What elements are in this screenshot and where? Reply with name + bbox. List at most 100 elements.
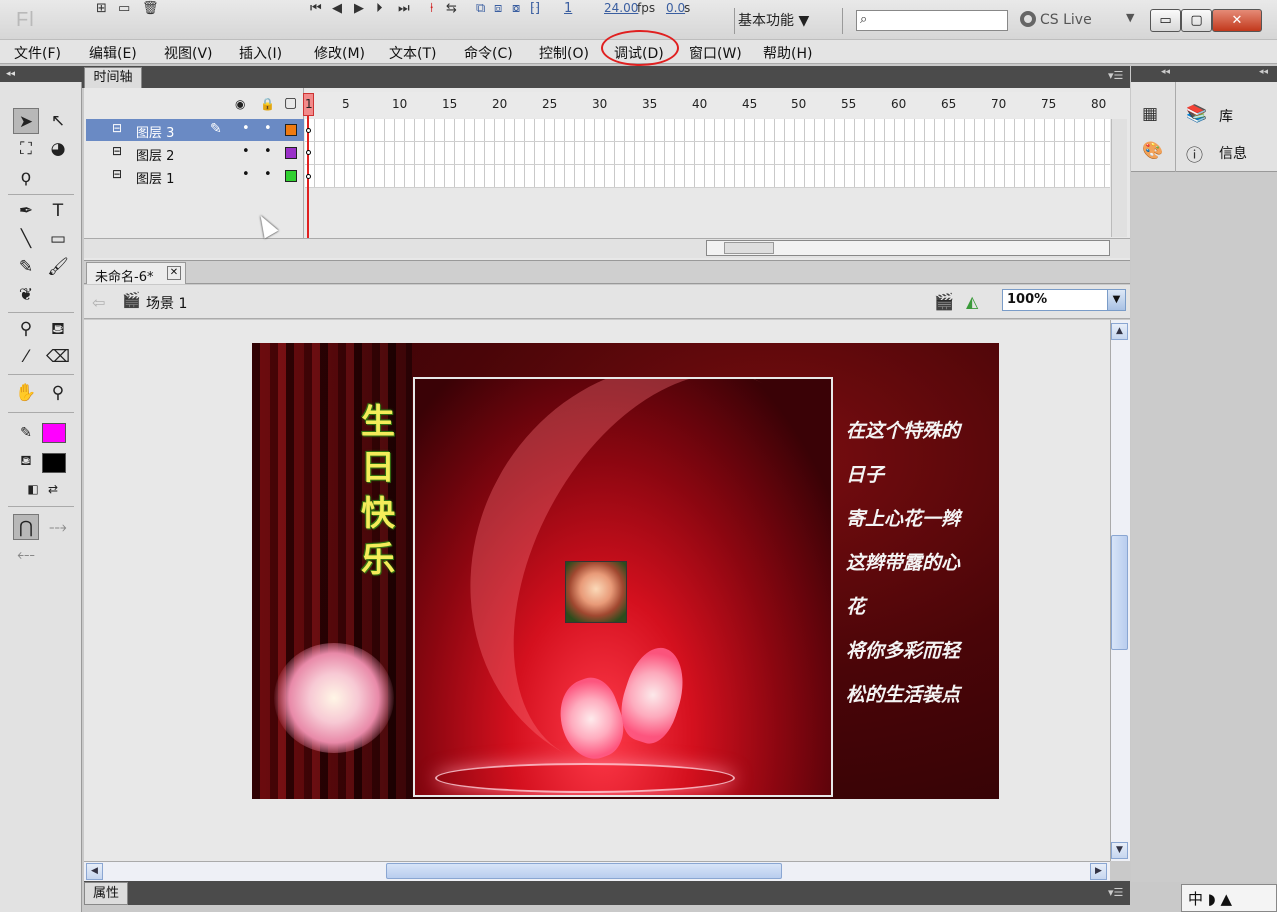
- menu-view[interactable]: 视图(V): [164, 43, 213, 63]
- scroll-right-icon[interactable]: ▶: [1090, 863, 1107, 880]
- brush-tool-icon[interactable]: 🖌: [45, 254, 71, 280]
- properties-panel-menu-icon[interactable]: ▾☰: [1108, 886, 1123, 899]
- stroke-color-swatch[interactable]: [42, 423, 66, 443]
- help-search-input[interactable]: ⌕: [856, 10, 1008, 31]
- keyframe-dot[interactable]: [306, 150, 311, 155]
- lasso-tool-icon[interactable]: ϙ: [13, 164, 39, 190]
- onion-skin-icon[interactable]: ⧉: [476, 1, 485, 16]
- tab-properties[interactable]: 属性: [84, 882, 128, 905]
- tab-document[interactable]: 未命名-6* ✕: [86, 262, 186, 285]
- menu-control[interactable]: 控制(O): [539, 43, 589, 63]
- scene-name[interactable]: 场景 1: [146, 293, 187, 313]
- lock-dot[interactable]: •: [264, 144, 272, 159]
- pencil-tool-icon[interactable]: ✎: [13, 254, 39, 280]
- color-panel-icon[interactable]: 🎨: [1142, 141, 1163, 161]
- back-arrow-icon[interactable]: ⇦: [92, 293, 105, 312]
- layer-outline-color[interactable]: [285, 170, 297, 182]
- info-icon[interactable]: ⓘ: [1186, 141, 1203, 166]
- lock-dot[interactable]: •: [264, 121, 272, 136]
- stage-vertical-thumb[interactable]: [1111, 535, 1128, 650]
- layer-outline-color[interactable]: [285, 124, 297, 136]
- delete-layer-icon[interactable]: 🗑: [142, 1, 159, 16]
- visible-dot[interactable]: •: [242, 121, 250, 136]
- layer-row-2[interactable]: ⊟ 图层 2 • •: [86, 142, 304, 164]
- scroll-left-icon[interactable]: ◀: [86, 863, 103, 880]
- menu-file[interactable]: 文件(F): [14, 43, 61, 63]
- menu-edit[interactable]: 编辑(E): [89, 43, 137, 63]
- paint-bucket-tool-icon[interactable]: ⛾: [45, 316, 71, 342]
- close-button[interactable]: ✕: [1212, 9, 1262, 32]
- cs-live-button[interactable]: CS Live: [1020, 11, 1092, 28]
- snap-magnet-icon[interactable]: ⋂: [13, 514, 39, 540]
- eraser-tool-icon[interactable]: ⌫: [45, 344, 71, 370]
- maximize-button[interactable]: ▢: [1181, 9, 1212, 32]
- keyframe-dot[interactable]: [306, 128, 311, 133]
- edit-symbols-icon[interactable]: ◭: [966, 292, 978, 311]
- prev-frame-icon[interactable]: ◀: [332, 1, 342, 16]
- free-transform-tool-icon[interactable]: ⛶: [13, 136, 39, 162]
- new-folder-icon[interactable]: ▭: [118, 1, 130, 16]
- straighten-icon[interactable]: ⤎: [13, 542, 39, 568]
- fill-color-swatch[interactable]: [42, 453, 66, 473]
- scroll-down-icon[interactable]: ▼: [1111, 842, 1128, 859]
- modify-onion-markers-icon[interactable]: ⁅⁆: [530, 1, 540, 16]
- timeline-vertical-scrollbar[interactable]: [1111, 119, 1127, 237]
- cs-live-dropdown-icon[interactable]: ▼: [1126, 11, 1134, 24]
- layer-row-1[interactable]: ⊟ 图层 1 • •: [86, 165, 304, 187]
- menu-modify[interactable]: 修改(M): [314, 43, 365, 63]
- hand-tool-icon[interactable]: ✋: [13, 380, 39, 406]
- ime-toolbar[interactable]: 中 ◗ ▲: [1181, 884, 1277, 912]
- center-frame-icon[interactable]: ⍿: [430, 1, 433, 16]
- 3d-rotation-tool-icon[interactable]: ◕: [45, 136, 71, 162]
- stage-horizontal-thumb[interactable]: [386, 863, 782, 879]
- info-label[interactable]: 信息: [1219, 143, 1247, 163]
- minimize-button[interactable]: ▭: [1150, 9, 1181, 32]
- text-tool-icon[interactable]: T: [45, 198, 71, 224]
- scroll-up-icon[interactable]: ▲: [1111, 323, 1128, 340]
- frame-grid[interactable]: [305, 119, 1110, 187]
- workspace-switcher[interactable]: 基本功能 ▼: [738, 10, 809, 30]
- tab-timeline[interactable]: 时间轴: [84, 67, 142, 88]
- library-icon[interactable]: 📚: [1186, 104, 1207, 124]
- chevron-down-icon[interactable]: ▼: [1107, 290, 1125, 310]
- selection-tool-icon[interactable]: ➤: [13, 108, 39, 134]
- layer-outline-color[interactable]: [285, 147, 297, 159]
- layer-row-3[interactable]: ⊟ 图层 3 ✎ • •: [86, 119, 304, 141]
- swap-colors-icon[interactable]: ⇄: [40, 476, 66, 502]
- menu-text[interactable]: 文本(T): [389, 43, 436, 63]
- lock-dot[interactable]: •: [264, 167, 272, 182]
- deco-tool-icon[interactable]: ❦: [13, 282, 39, 308]
- frame-ruler[interactable]: [305, 92, 1110, 118]
- toolbar-collapse-handle[interactable]: ◂◂: [0, 66, 82, 82]
- menu-window[interactable]: 窗口(W): [689, 43, 742, 63]
- timeline-panel-menu-icon[interactable]: ▾☰: [1108, 69, 1123, 82]
- timeline-scroll-thumb[interactable]: [724, 242, 774, 254]
- line-tool-icon[interactable]: ╲: [13, 226, 39, 252]
- library-label[interactable]: 库: [1219, 106, 1233, 126]
- menu-debug[interactable]: 调试(D): [614, 43, 664, 63]
- onion-skin-outlines-icon[interactable]: ⧈: [494, 1, 502, 16]
- loop-icon[interactable]: ⇆: [446, 1, 457, 16]
- smooth-icon[interactable]: ⤏: [45, 514, 71, 540]
- menu-commands[interactable]: 命令(C): [464, 43, 513, 63]
- zoom-tool-icon[interactable]: ⚲: [45, 380, 71, 406]
- last-frame-icon[interactable]: ⏭: [398, 1, 410, 16]
- edit-multiple-frames-icon[interactable]: ⧇: [512, 1, 520, 16]
- next-frame-icon[interactable]: ⏵: [376, 1, 383, 16]
- current-frame[interactable]: 1: [564, 1, 572, 16]
- first-frame-icon[interactable]: ⏮: [310, 1, 322, 16]
- frame-rate[interactable]: 24.00: [604, 1, 638, 15]
- visible-dot[interactable]: •: [242, 144, 250, 159]
- stage-canvas[interactable]: 生 日 快 乐 在这个特殊的 日子 寄上心花一辫 这辫带露的心 花 将你多彩而轻…: [252, 343, 999, 799]
- play-icon[interactable]: ▶: [354, 1, 364, 16]
- bone-tool-icon[interactable]: ⚲: [13, 316, 39, 342]
- pen-tool-icon[interactable]: ✒: [13, 198, 39, 224]
- right-panel-collapse-bar[interactable]: ◂◂ ◂◂: [1131, 66, 1277, 82]
- visible-dot[interactable]: •: [242, 167, 250, 182]
- close-icon[interactable]: ✕: [167, 266, 181, 280]
- align-panel-icon[interactable]: ▦: [1142, 104, 1158, 124]
- eye-icon[interactable]: ◉: [235, 97, 245, 111]
- menu-insert[interactable]: 插入(I): [239, 43, 282, 63]
- new-layer-icon[interactable]: ⊞: [96, 1, 107, 16]
- collapse-icon[interactable]: ◂◂: [1161, 67, 1170, 77]
